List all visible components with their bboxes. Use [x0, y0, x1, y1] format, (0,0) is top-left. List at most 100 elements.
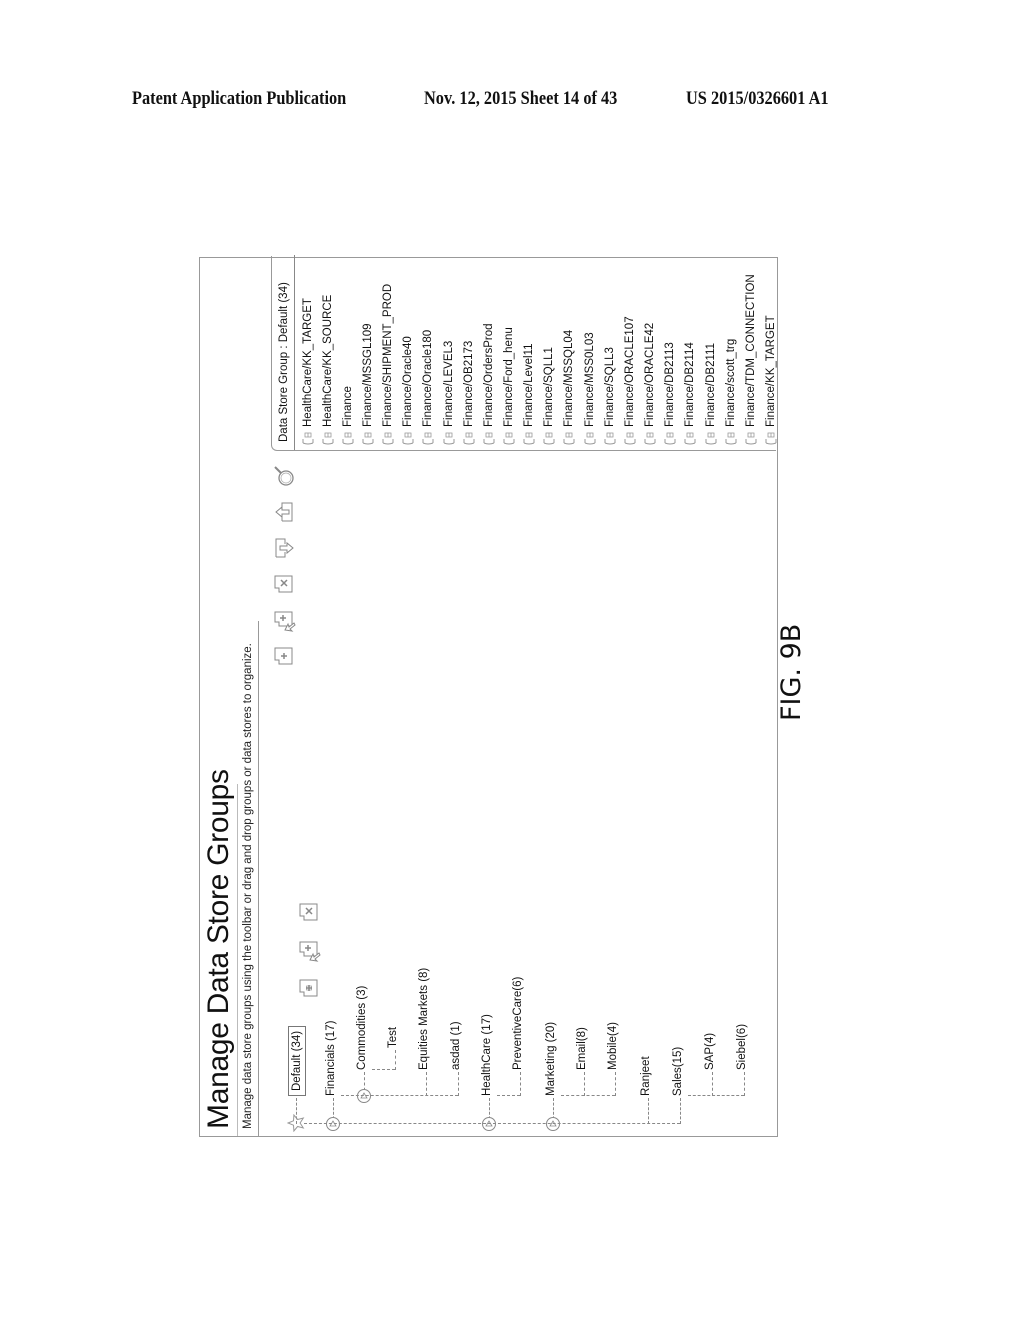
datastore-list-item[interactable]: Finance/LEVEL3: [439, 341, 458, 446]
tree-node-label: HealthCare (17): [481, 1014, 493, 1096]
datastore-list-item[interactable]: Finance/DB2113: [661, 342, 680, 446]
tree-node[interactable]: Financials (17): [325, 1021, 337, 1096]
datastore-list-item[interactable]: Finance/TDM_CONNECTION: [741, 274, 760, 446]
database-icon: [604, 432, 616, 445]
tree-node[interactable]: HealthCare (17): [481, 1014, 493, 1096]
datastore-list-item[interactable]: HealthCare/KK_SOURCE: [318, 295, 337, 446]
expand-toggle-icon[interactable]: [482, 1117, 496, 1131]
database-icon: [624, 432, 636, 445]
database-icon: [543, 432, 555, 445]
tree-connector: [615, 1072, 616, 1096]
datastore-list-item[interactable]: Finance/MSSGL109: [358, 323, 377, 446]
add-datastore-wizard-button[interactable]: [271, 607, 297, 633]
tree-node-label: Email(8): [576, 1027, 588, 1070]
manage-data-store-groups-window: Manage Data Store Groups Manage data sto…: [199, 255, 778, 1137]
add-group-button[interactable]: [296, 975, 322, 1001]
tree-connector: [584, 1072, 585, 1096]
figure-label: FIG. 9B: [776, 623, 807, 721]
tree-node-label: Mobile(4): [607, 1022, 619, 1070]
expand-toggle-icon[interactable]: [357, 1089, 371, 1103]
datastore-list-item[interactable]: Finance/DB2111: [701, 343, 720, 446]
add-datastore-button[interactable]: [271, 643, 297, 669]
tree-node[interactable]: Ranjeet: [640, 1056, 652, 1096]
add-subgroup-button[interactable]: [296, 937, 322, 963]
datastore-name: Finance/SHIPMENT_PROD: [382, 283, 395, 427]
tree-connector: [520, 1072, 521, 1096]
datastore-name: Finance/ORACLE42: [644, 322, 657, 427]
import-button[interactable]: [271, 535, 297, 561]
datastore-list-item[interactable]: Finance/Ford_henu: [500, 327, 519, 446]
database-icon: [382, 432, 394, 445]
database-icon: [725, 432, 737, 445]
datastore-list-item[interactable]: Finance/DB2114: [681, 342, 700, 446]
tree-node[interactable]: Commodities (3): [356, 986, 368, 1070]
delete-group-button[interactable]: [296, 899, 322, 925]
datastore-list-panel: Data Store Group : Default (34) HealthCa…: [271, 255, 777, 451]
datastore-list-item[interactable]: HealthCare/KK_TARGET: [298, 298, 317, 446]
tree-node[interactable]: Default (34): [288, 1025, 306, 1096]
datastore-list-item[interactable]: Finance/SQLL1: [540, 347, 559, 446]
database-icon: [523, 432, 535, 445]
patent-header: Patent Application Publication Nov. 12, …: [0, 88, 1024, 118]
tree-node[interactable]: Mobile(4): [607, 1022, 619, 1070]
delete-datastore-button[interactable]: [271, 571, 297, 597]
tree-connector: [744, 1072, 745, 1096]
datastore-name: Finance/TDM_CONNECTION: [744, 274, 757, 427]
tree-node[interactable]: Sales(15): [672, 1047, 684, 1096]
publication-number: US 2015/0326601 A1: [686, 88, 829, 109]
datastore-name: Finance/scott_trg: [724, 338, 737, 427]
search-icon: [274, 466, 294, 486]
datastore-list-item[interactable]: Finance: [338, 386, 357, 446]
datastore-name: Finance/LEVEL3: [442, 340, 455, 427]
add-datastore-icon: [274, 647, 293, 665]
datastore-list-item[interactable]: Finance/Level11: [520, 343, 539, 446]
search-button[interactable]: [271, 463, 297, 489]
datastore-list-item[interactable]: Finance/KK_TARGET: [761, 315, 780, 446]
datastore-name: Finance/SQLL3: [603, 347, 616, 427]
tree-node[interactable]: Email(8): [576, 1027, 588, 1070]
tree-node-label: PreventiveCare(6): [512, 976, 524, 1070]
datastore-list-item[interactable]: Finance/Oracle180: [419, 330, 438, 446]
datastore-toolbar: [271, 463, 297, 669]
database-icon: [362, 432, 374, 445]
tree-connector: [712, 1072, 713, 1096]
tree-node-label: Financials (17): [325, 1020, 337, 1096]
datastore-name: Finance/DB2114: [684, 342, 697, 427]
expand-toggle-icon[interactable]: [546, 1117, 560, 1131]
database-icon: [402, 432, 414, 445]
datastore-name: Finance/MSSGL109: [361, 323, 374, 427]
tree-node[interactable]: Siebel(6): [736, 1024, 748, 1070]
database-icon: [342, 432, 354, 445]
tree-connector: [395, 1050, 396, 1070]
database-icon: [644, 432, 656, 445]
datastore-list-item[interactable]: Finance/Oracle40: [399, 336, 418, 446]
datastore-list-item[interactable]: Finance/ORACLE107: [620, 316, 639, 446]
tree-node[interactable]: PreventiveCare(6): [512, 977, 524, 1070]
tree-connector: [648, 1098, 649, 1124]
datastore-list-item[interactable]: Finance/SQLL3: [600, 347, 619, 446]
datastore-list-item[interactable]: Finance/SHIPMENT_PROD: [379, 284, 398, 446]
datastore-list-item[interactable]: Finance/MSSQL04: [560, 330, 579, 446]
list-header-divider: [294, 255, 295, 450]
tree-node[interactable]: Marketing (20): [545, 1022, 557, 1096]
datastore-list-item[interactable]: Finance/MSS0L03: [580, 332, 599, 446]
database-icon: [422, 432, 434, 445]
export-button[interactable]: [271, 499, 297, 525]
tree-node[interactable]: Test: [387, 1027, 399, 1048]
datastore-list-item[interactable]: Finance/OB2173: [459, 341, 478, 446]
datastore-name: HealthCare/KK_SOURCE: [321, 294, 334, 427]
expand-toggle-icon[interactable]: [326, 1117, 340, 1131]
datastore-name: Finance/OB2173: [462, 340, 475, 427]
database-icon: [322, 432, 334, 445]
database-icon: [745, 432, 757, 445]
database-icon: [705, 432, 716, 445]
datastore-list-item[interactable]: Finance/scott_trg: [721, 339, 740, 446]
tree-node[interactable]: Equities Markets (8): [418, 968, 430, 1070]
add-datastore-wizard-icon: [274, 611, 296, 632]
datastore-list-item[interactable]: Finance/OrdersProd: [479, 323, 498, 446]
tree-connector: [341, 1095, 458, 1096]
tree-connector: [497, 1095, 520, 1096]
tree-node[interactable]: SAP(4): [704, 1033, 716, 1070]
tree-node[interactable]: asdad (1): [450, 1021, 462, 1070]
datastore-list-item[interactable]: Finance/ORACLE42: [641, 323, 660, 446]
